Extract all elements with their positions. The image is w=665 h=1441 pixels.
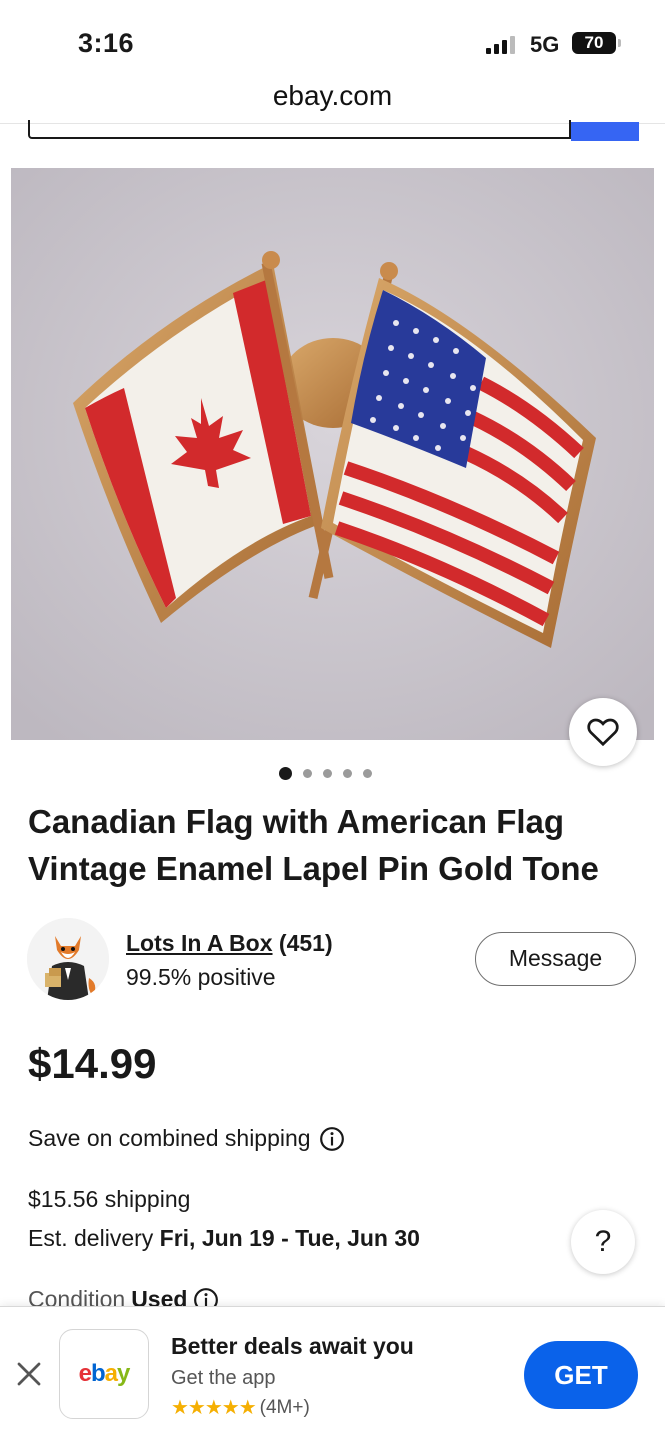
watch-button[interactable] [569, 698, 637, 766]
banner-subtitle: Get the app [171, 1367, 276, 1389]
signal-icon [486, 34, 520, 54]
ebay-logo: ebay [59, 1329, 149, 1419]
question-icon: ? [594, 1225, 612, 1258]
delivery-label: Est. delivery [28, 1225, 154, 1251]
pagination-dot[interactable] [343, 768, 352, 778]
pagination-dot[interactable] [323, 768, 332, 778]
status-time: 3:16 [78, 28, 135, 58]
seller-feedback-count: (451) [278, 930, 333, 956]
pagination-dot[interactable] [279, 766, 292, 780]
estimated-delivery: Est. delivery Fri, Jun 19 - Tue, Jun 30 [28, 1225, 420, 1252]
app-install-banner: ebay Better deals await you Get the app … [0, 1306, 665, 1441]
pagination-dot[interactable] [363, 768, 372, 778]
seller-feedback-score: 99.5% positive [126, 964, 276, 990]
flag-pin-illustration [11, 168, 654, 740]
battery-icon: 70 [572, 32, 621, 54]
combined-shipping[interactable]: Save on combined shipping [28, 1125, 345, 1152]
combined-shipping-text: Save on combined shipping [28, 1125, 311, 1151]
delivery-dates: Fri, Jun 19 - Tue, Jun 30 [159, 1225, 420, 1251]
banner-title: Better deals await you [171, 1333, 414, 1359]
message-button[interactable]: Message [475, 932, 636, 986]
browser-url[interactable]: ebay.com [0, 78, 665, 118]
status-bar: 3:16 5G 70 [0, 0, 665, 80]
app-rating: ★★★★★ (4M+) [171, 1395, 310, 1420]
product-image[interactable] [11, 168, 654, 740]
product-title: Canadian Flag with American Flag Vintage… [28, 803, 599, 887]
seller-name[interactable]: Lots In A Box (451) [126, 930, 333, 957]
close-icon[interactable] [14, 1359, 44, 1389]
seller-avatar[interactable] [27, 918, 109, 1000]
shipping-cost: $15.56 shipping [28, 1186, 191, 1212]
info-icon[interactable] [319, 1126, 345, 1152]
heart-icon [587, 718, 619, 747]
price: $14.99 [28, 1040, 157, 1087]
get-app-button[interactable]: GET [524, 1341, 638, 1409]
pagination-dot[interactable] [303, 768, 312, 778]
network-type: 5G [530, 32, 560, 57]
rating-count: (4M+) [259, 1396, 310, 1418]
seller-link[interactable]: Lots In A Box [126, 930, 273, 956]
star-rating-icon: ★★★★★ [171, 1397, 257, 1419]
image-pagination [279, 765, 372, 781]
fox-avatar-icon [27, 918, 109, 1000]
search-input[interactable] [28, 120, 571, 139]
help-button[interactable]: ? [571, 1210, 635, 1274]
search-button[interactable] [571, 122, 639, 141]
